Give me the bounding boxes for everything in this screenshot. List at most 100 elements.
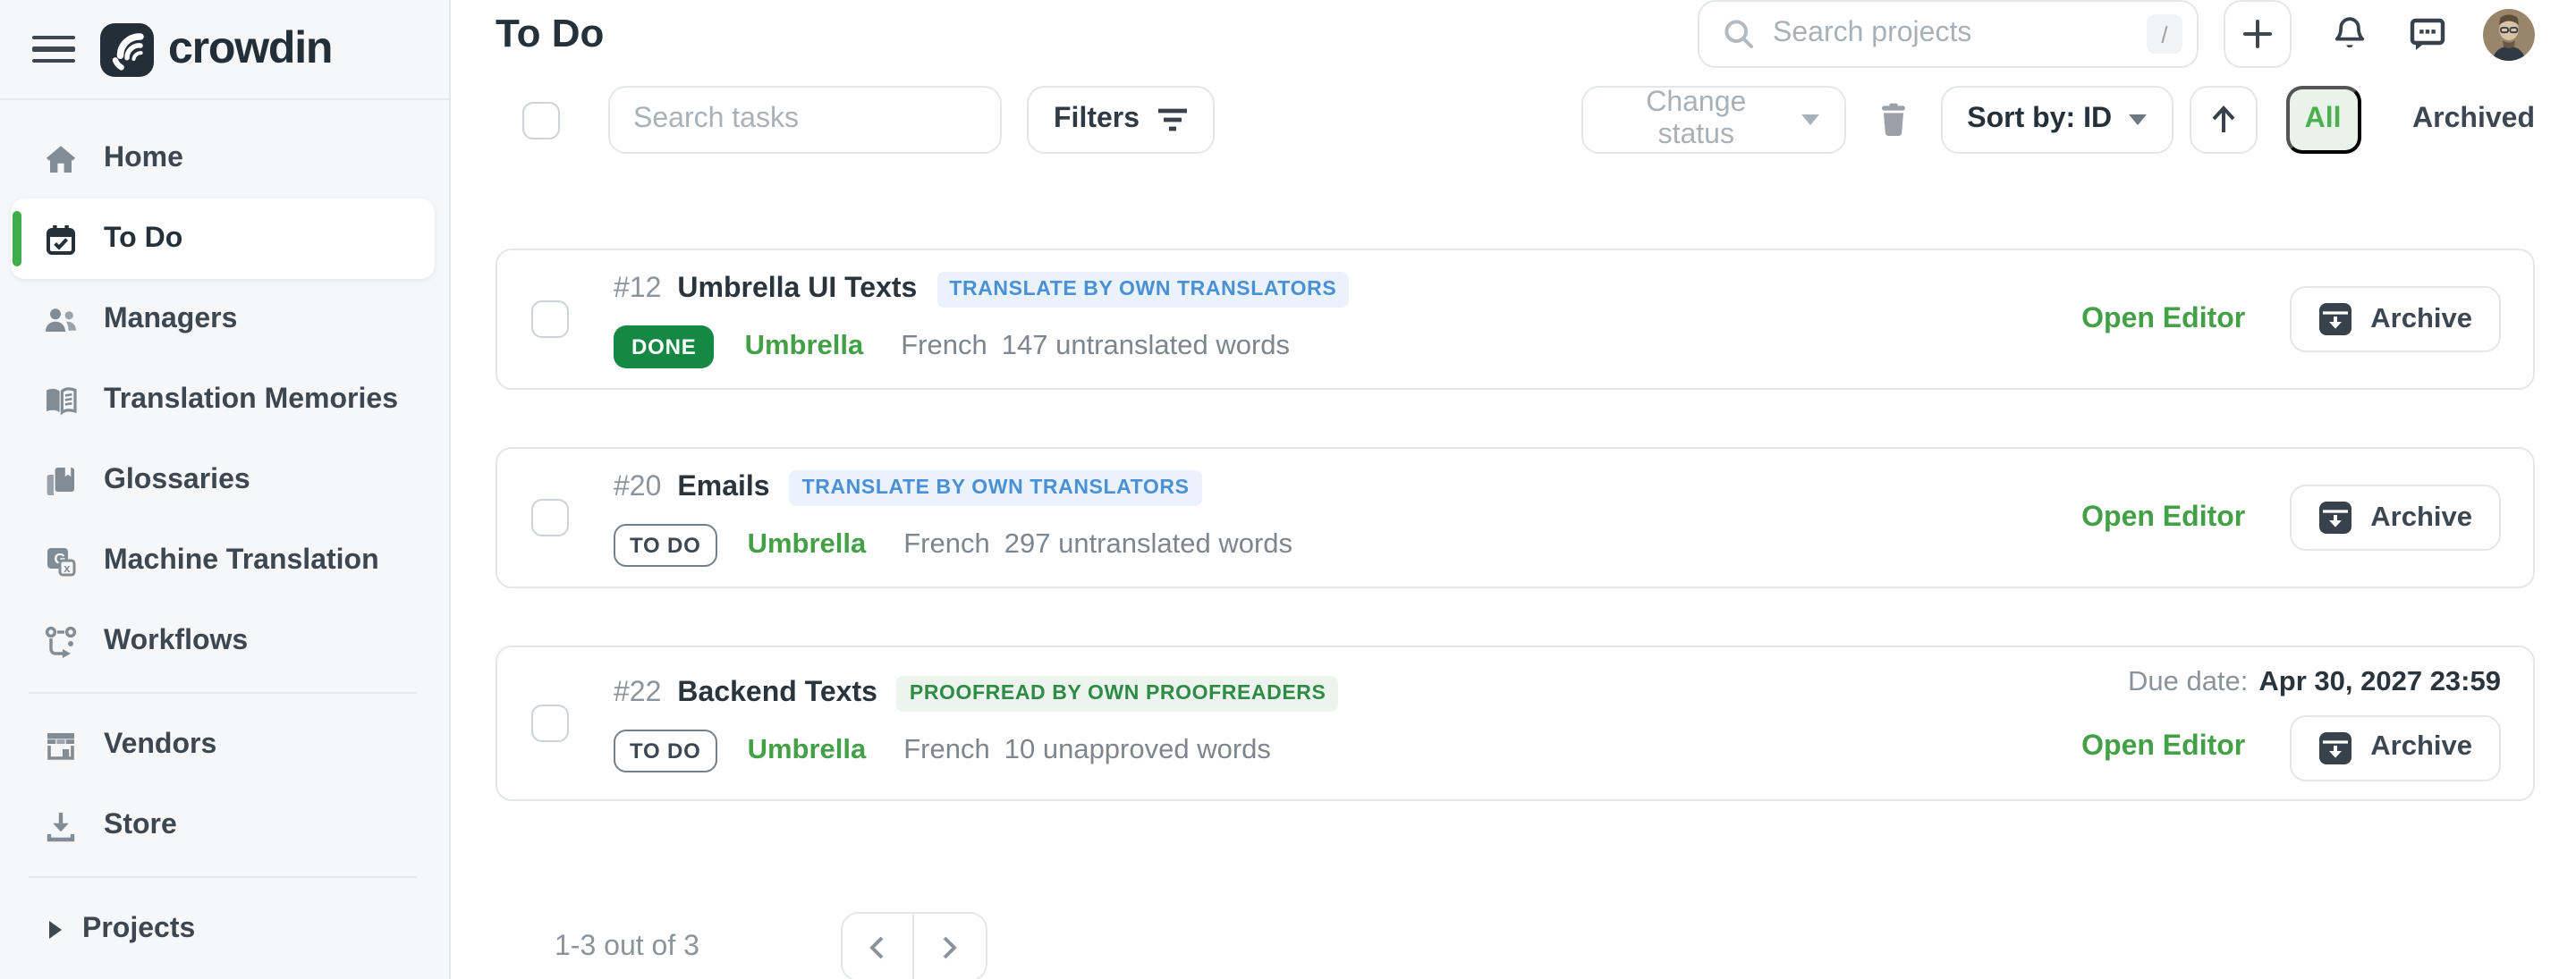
task-row: #22 Backend Texts PROOFREAD BY OWN PROOF…	[496, 646, 2535, 801]
task-checkbox[interactable]	[531, 705, 569, 742]
filters-button[interactable]: Filters	[1027, 86, 1215, 154]
main-content: To Do /	[451, 0, 2576, 979]
search-tasks-input[interactable]	[608, 86, 1002, 154]
previous-page-button[interactable]	[843, 914, 914, 979]
task-id: #22	[614, 677, 661, 709]
chevron-right-icon	[47, 918, 64, 940]
sort-by-label: Sort by: ID	[1967, 104, 2112, 136]
due-date-value: Apr 30, 2027 23:59	[2258, 666, 2501, 698]
next-page-button[interactable]	[914, 914, 986, 979]
task-title-link[interactable]: Emails	[677, 471, 769, 503]
archive-box-icon	[2318, 501, 2352, 535]
task-checkbox[interactable]	[531, 499, 569, 536]
sidebar-item-glossaries[interactable]: Glossaries	[11, 440, 435, 520]
open-editor-link[interactable]: Open Editor	[2081, 303, 2245, 335]
workflows-icon	[43, 623, 79, 659]
notifications-button[interactable]	[2331, 14, 2368, 54]
sidebar-item-managers[interactable]: Managers	[11, 279, 435, 359]
delete-button[interactable]	[1877, 102, 1908, 138]
open-editor-link[interactable]: Open Editor	[2081, 502, 2245, 534]
chevron-down-icon	[2128, 114, 2146, 125]
pagination-summary: 1-3 out of 3	[555, 931, 699, 963]
pager-buttons	[841, 912, 987, 979]
todo-calendar-check-icon	[43, 221, 79, 257]
sidebar-item-home[interactable]: Home	[11, 118, 435, 198]
task-word-count: 297 untranslated words	[1004, 528, 1292, 561]
task-word-count: 10 unapproved words	[1004, 734, 1271, 766]
hamburger-menu-icon[interactable]	[32, 28, 75, 71]
header-actions: /	[1698, 0, 2535, 68]
sort-direction-button[interactable]	[2189, 86, 2257, 154]
sidebar-item-machine-translation[interactable]: G x Machine Translation	[11, 520, 435, 601]
change-status-dropdown[interactable]: Change status	[1580, 86, 1845, 154]
task-id: #12	[614, 273, 661, 305]
open-editor-link[interactable]: Open Editor	[2081, 731, 2245, 764]
tab-all-label: All	[2305, 104, 2342, 136]
archive-button[interactable]: Archive	[2290, 485, 2501, 551]
due-date-label: Due date:	[2128, 666, 2248, 698]
workflow-badge: TRANSLATE BY OWN TRANSLATORS	[790, 469, 1202, 505]
sidebar-item-vendors[interactable]: Vendors	[11, 705, 435, 785]
task-row: #12 Umbrella UI Texts TRANSLATE BY OWN T…	[496, 249, 2535, 390]
sort-by-dropdown[interactable]: Sort by: ID	[1940, 86, 2173, 154]
sidebar-item-label: Translation Memories	[104, 384, 398, 416]
arrow-up-icon	[2208, 104, 2237, 136]
plus-icon	[2241, 18, 2274, 50]
due-date: Due date: Apr 30, 2027 23:59	[2128, 666, 2501, 698]
trash-icon	[1877, 102, 1908, 138]
sidebar-item-store[interactable]: Store	[11, 785, 435, 865]
chevron-right-icon	[941, 934, 959, 959]
sidebar-divider	[29, 692, 417, 694]
crowdin-wordmark: crowdin	[168, 23, 332, 75]
archive-button[interactable]: Archive	[2290, 714, 2501, 781]
archive-label: Archive	[2370, 303, 2472, 335]
task-id: #20	[614, 471, 661, 503]
sidebar-item-label: Machine Translation	[104, 544, 379, 577]
store-download-icon	[43, 807, 79, 843]
user-avatar[interactable]	[2483, 8, 2535, 60]
sidebar-item-label: Vendors	[104, 729, 216, 761]
sidebar-item-todo[interactable]: To Do	[11, 198, 435, 279]
archive-box-icon	[2318, 302, 2352, 336]
create-new-button[interactable]	[2224, 0, 2292, 68]
task-title-link[interactable]: Backend Texts	[677, 677, 877, 709]
pagination: 1-3 out of 3	[496, 912, 2535, 979]
archive-label: Archive	[2370, 731, 2472, 764]
task-checkbox[interactable]	[531, 300, 569, 338]
sidebar: crowdin Home To Do	[0, 0, 451, 979]
search-icon	[1721, 16, 1757, 52]
bell-icon	[2331, 14, 2368, 54]
task-language: French	[903, 528, 990, 561]
project-link[interactable]: Umbrella	[745, 330, 864, 362]
chevron-down-icon	[1801, 114, 1818, 125]
sidebar-item-projects[interactable]: Projects	[11, 889, 435, 969]
vendors-storefront-icon	[43, 727, 79, 763]
tab-all[interactable]: All	[2285, 86, 2360, 154]
messages-button[interactable]	[2408, 15, 2447, 53]
sidebar-item-workflows[interactable]: Workflows	[11, 601, 435, 681]
search-projects-input[interactable]	[1773, 18, 2147, 50]
tab-archived[interactable]: Archived	[2412, 104, 2535, 136]
select-all-checkbox[interactable]	[522, 101, 560, 139]
app-window: crowdin Home To Do	[0, 0, 2576, 979]
sidebar-item-translation-memories[interactable]: Translation Memories	[11, 359, 435, 440]
project-link[interactable]: Umbrella	[748, 734, 867, 766]
sidebar-divider	[29, 876, 417, 878]
page-title: To Do	[496, 11, 604, 57]
search-shortcut-badge: /	[2147, 14, 2182, 54]
sidebar-item-label: Glossaries	[104, 464, 250, 496]
sidebar-nav: Home To Do Managers	[0, 100, 449, 969]
task-title-link[interactable]: Umbrella UI Texts	[677, 273, 917, 305]
search-projects-box: /	[1698, 0, 2199, 68]
project-link[interactable]: Umbrella	[748, 528, 867, 561]
status-badge: TO DO	[614, 523, 717, 566]
task-actions: Open Editor Archive	[2081, 286, 2501, 352]
status-badge: DONE	[614, 325, 715, 367]
archive-button[interactable]: Archive	[2290, 286, 2501, 352]
task-row: #20 Emails TRANSLATE BY OWN TRANSLATORS …	[496, 447, 2535, 588]
task-actions: Due date: Apr 30, 2027 23:59 Open Editor	[2081, 666, 2501, 781]
change-status-label: Change status	[1607, 88, 1784, 152]
archive-label: Archive	[2370, 502, 2472, 534]
crowdin-logo[interactable]: crowdin	[100, 22, 332, 76]
task-language: French	[903, 734, 990, 766]
